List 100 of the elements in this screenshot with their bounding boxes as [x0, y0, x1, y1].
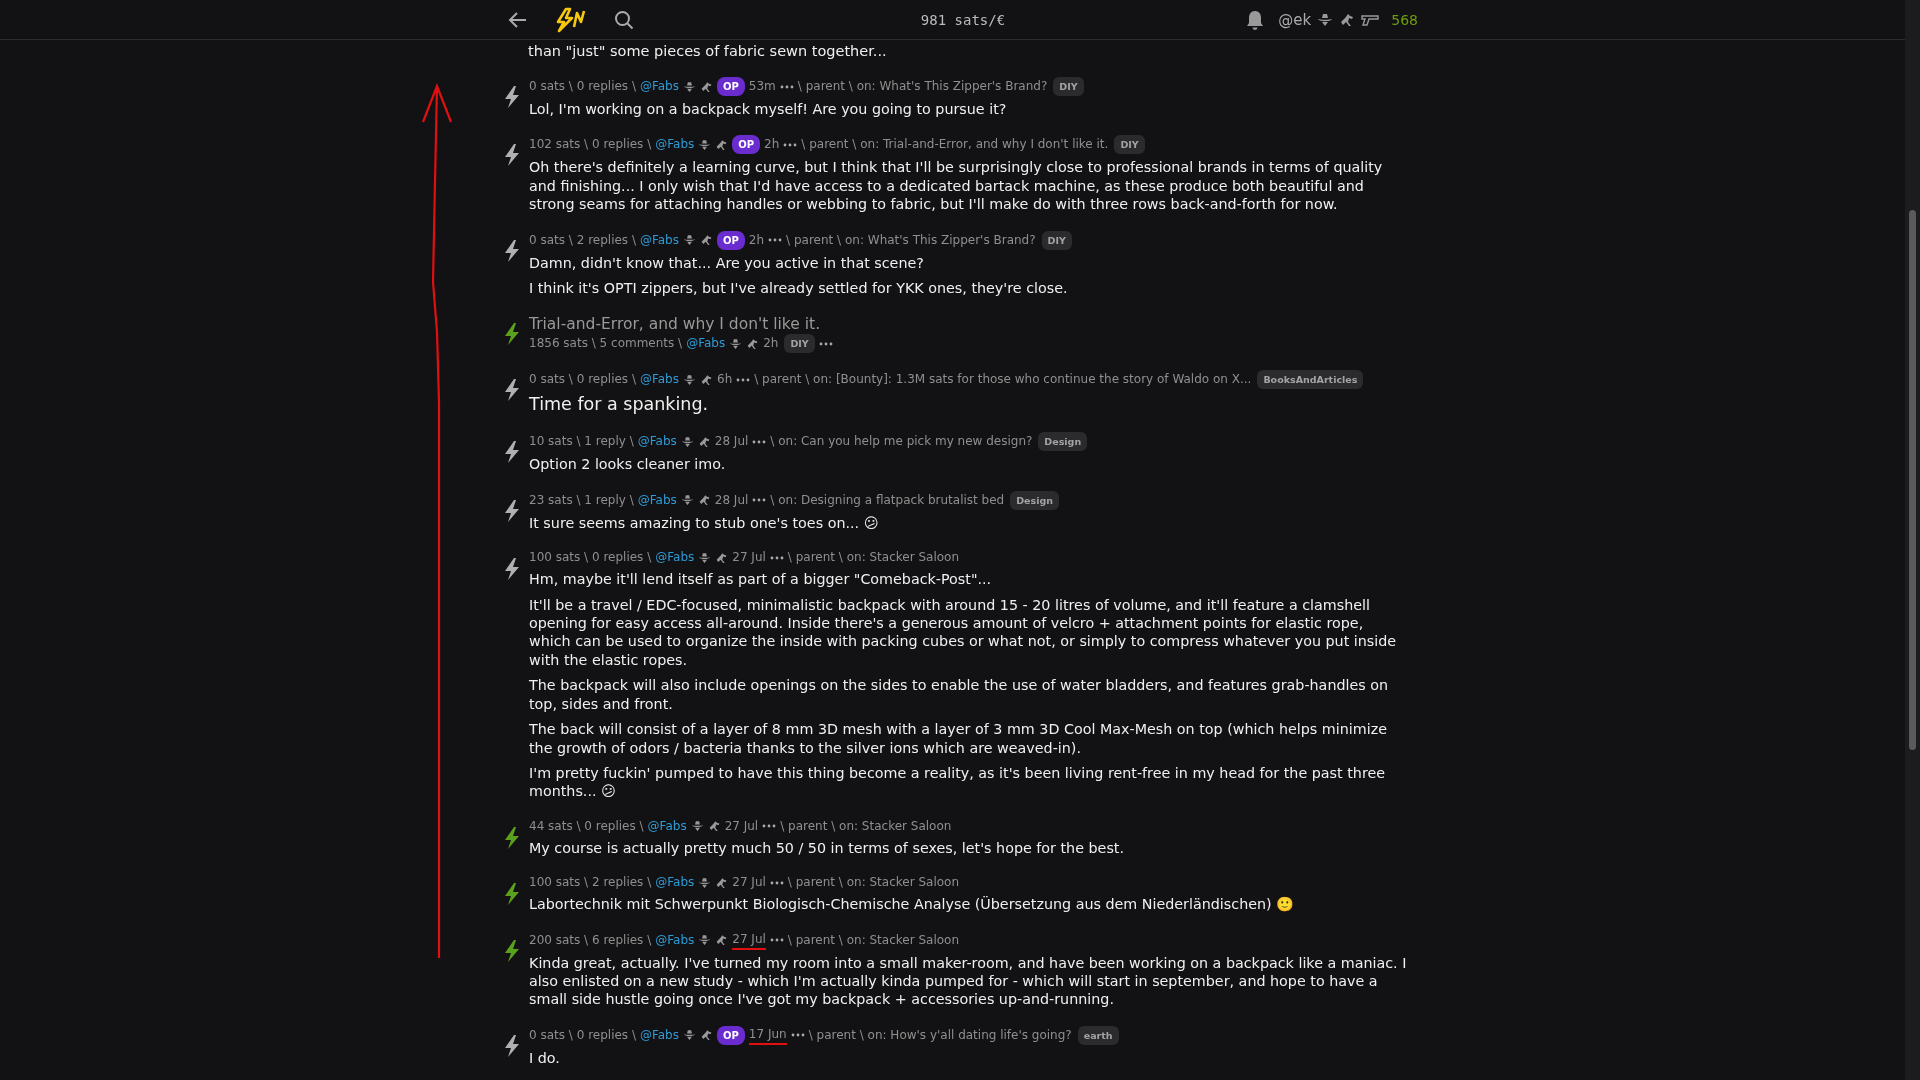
- sub-tag[interactable]: BooksAndArticles: [1257, 370, 1364, 390]
- author-link[interactable]: @Fabs: [637, 491, 677, 509]
- context-text: \ parent \ on: [Bounty]: 1.3M sats for those who continue the story of Waldo on X...: [754, 371, 1252, 389]
- username-link[interactable]: @ek: [1278, 10, 1312, 29]
- comment-text: than "just" some pieces of fabric sewn together...: [528, 42, 888, 60]
- author-link[interactable]: @Fabs: [637, 433, 677, 451]
- comment-text: Oh there's definitely a learning curve, but I think that I'll be surprisingly close to professional brands in terms of quality and finishing... I only wish that I'd have access to a dedicated bartack machine, as these produce both beautiful and strong seams for attaching handles or webbing to fabric, but I'll make do with three rows back-and-forth for now.: [529, 158, 1384, 214]
- comment-text: It'll be a travel / EDC-focused, minimalistic backpack with around 15 - 20 litres of volume, and it'll feature a clamshell opening for easy access all-around. Inside there's a generous amount of velcro + attachment points for elastic rope, which can be used to organize the inside with packing cubes or what not, or simply to compress whatever you put inside with the elastic ropes.: [529, 595, 1398, 670]
- stats-text: 0 sats \ 2 replies \: [529, 231, 636, 249]
- comment-text: Hm, maybe it'll lend itself as part of a bigger "Comeback-Post"...: [529, 570, 993, 589]
- timestamp-link[interactable]: 53m: [748, 78, 776, 95]
- author-link[interactable]: @Fabs: [639, 231, 679, 249]
- context-text: \ parent \ on: What's This Zipper's Brand?: [797, 78, 1048, 95]
- context-text: \ parent \ on: Stacker Saloon: [780, 817, 952, 835]
- context-text: \ parent \ on: Stacker Saloon: [787, 874, 959, 892]
- sub-tag[interactable]: Design: [1010, 490, 1059, 510]
- stats-text: 1856 sats \ 5 comments \: [529, 335, 683, 353]
- context-text: \ parent \ on: How's y'all dating life's going?: [808, 1026, 1072, 1044]
- cowboy-hat-icon: [690, 820, 704, 833]
- cowboy-hat-icon: [683, 80, 696, 93]
- sub-tag[interactable]: Design: [1038, 432, 1088, 452]
- stats-text: 10 sats \ 1 reply \: [529, 433, 634, 451]
- cowboy-hat-icon: [698, 934, 712, 947]
- more-icon[interactable]: [769, 554, 784, 561]
- lightning-upvote-icon[interactable]: [503, 938, 521, 963]
- lightning-upvote-icon[interactable]: [503, 498, 521, 523]
- comment-text: It sure seems amazing to stub one's toes on... 😕: [529, 513, 880, 533]
- comment-text: Kinda great, actually. I've turned my room into a small maker-room, and have been working on a backpack like a maniac. I also enlisted on a new study - which I'm actually kinda pumped for - which will start in september, and hope to have a small side hustle going once I've got my backpack + accessories up-and-running.: [529, 953, 1408, 1009]
- search-icon[interactable]: [614, 9, 634, 30]
- lightning-upvote-icon[interactable]: [503, 882, 521, 907]
- lightning-upvote-icon[interactable]: [503, 143, 521, 168]
- more-icon[interactable]: [769, 879, 784, 886]
- lightning-upvote-icon[interactable]: [503, 557, 521, 582]
- cowboy-hat-icon: [680, 435, 694, 448]
- lightning-upvote-icon[interactable]: [503, 378, 521, 403]
- stats-text: 0 sats \ 0 replies \: [529, 78, 636, 95]
- more-icon[interactable]: [818, 340, 833, 347]
- price-ticker[interactable]: 981 sats/€: [920, 11, 1006, 28]
- op-badge: OP: [717, 1025, 745, 1045]
- stats-text: 200 sats \ 6 replies \: [529, 931, 652, 949]
- timestamp-link[interactable]: 28 Jul: [714, 491, 749, 509]
- stats-text: 0 sats \ 0 replies \: [529, 1026, 636, 1044]
- more-icon[interactable]: [736, 376, 751, 383]
- more-icon[interactable]: [768, 237, 783, 244]
- stats-text: 102 sats \ 0 replies \: [529, 136, 652, 154]
- scrollbar[interactable]: [1905, 0, 1920, 1080]
- cowboy-hat-icon: [729, 337, 743, 350]
- more-icon[interactable]: [752, 438, 767, 445]
- post-title-link[interactable]: Trial-and-Error, and why I don't like it.: [529, 314, 1408, 335]
- author-link[interactable]: @Fabs: [639, 1026, 679, 1044]
- sub-tag[interactable]: DIY: [1114, 135, 1145, 155]
- comment-text: My course is actually pretty much 50 / 50 in terms of sexes, let's hope for the best.: [529, 838, 1125, 858]
- more-icon[interactable]: [769, 937, 784, 944]
- timestamp-link[interactable]: 17 Jun: [748, 1025, 787, 1045]
- balance-count[interactable]: 568: [1391, 11, 1418, 28]
- more-icon[interactable]: [752, 497, 767, 504]
- stats-text: 0 sats \ 0 replies \: [529, 371, 636, 389]
- lightning-upvote-icon[interactable]: [503, 1033, 521, 1058]
- op-badge: OP: [717, 77, 745, 96]
- lightning-logo[interactable]: [554, 6, 588, 33]
- more-icon[interactable]: [783, 141, 798, 148]
- author-link[interactable]: @Fabs: [655, 931, 695, 949]
- sub-tag[interactable]: DIY: [784, 334, 815, 354]
- cowboy-hat-icon: [698, 876, 712, 889]
- author-link[interactable]: @Fabs: [639, 78, 679, 95]
- cowboy-hat-icon: [680, 494, 694, 507]
- cowboy-hat-icon: [1317, 12, 1334, 27]
- lightning-upvote-icon[interactable]: [503, 238, 521, 263]
- cowboy-hat-icon: [698, 551, 712, 564]
- revolver-icon: [1361, 12, 1380, 27]
- timestamp-link[interactable]: 2h: [764, 136, 780, 154]
- back-arrow-icon[interactable]: [508, 10, 528, 29]
- lightning-upvote-icon[interactable]: [503, 85, 521, 109]
- lightning-upvote-icon[interactable]: [503, 440, 521, 465]
- more-icon[interactable]: [762, 823, 777, 830]
- comment-text: Damn, didn't know that... Are you active in that scene?: [529, 253, 925, 273]
- timestamp-link[interactable]: 27 Jul: [724, 817, 759, 835]
- author-link[interactable]: @Fabs: [655, 549, 695, 567]
- timestamp-link[interactable]: 28 Jul: [714, 433, 749, 451]
- bell-icon[interactable]: [1246, 9, 1265, 30]
- timestamp-link[interactable]: 2h: [763, 335, 779, 353]
- sub-tag[interactable]: DIY: [1041, 230, 1072, 250]
- author-link[interactable]: @Fabs: [655, 874, 695, 892]
- timestamp-link[interactable]: 6h: [717, 371, 733, 389]
- lightning-upvote-icon[interactable]: [503, 322, 521, 347]
- comment-text: Labortechnik mit Schwerpunkt Biologisch-Chemische Analyse (Übersetzung aus dem Niederländischen) 🙂: [529, 895, 1296, 914]
- timestamp-link[interactable]: 27 Jul: [732, 874, 766, 892]
- lightning-upvote-icon[interactable]: [503, 825, 521, 850]
- author-link[interactable]: @Fabs: [655, 136, 695, 154]
- more-icon[interactable]: [790, 1032, 805, 1039]
- more-icon[interactable]: [779, 83, 794, 90]
- timestamp-link[interactable]: 2h: [748, 231, 765, 249]
- timestamp-link[interactable]: 27 Jul: [732, 930, 766, 950]
- author-link[interactable]: @Fabs: [639, 371, 679, 389]
- timestamp-link[interactable]: 27 Jul: [732, 549, 766, 567]
- author-link[interactable]: @Fabs: [686, 335, 726, 353]
- author-link[interactable]: @Fabs: [647, 817, 687, 835]
- sub-tag[interactable]: DIY: [1053, 77, 1084, 96]
- comment-text: Lol, I'm working on a backpack myself! Are you going to pursue it?: [529, 100, 1008, 119]
- sub-tag[interactable]: earth: [1077, 1025, 1119, 1045]
